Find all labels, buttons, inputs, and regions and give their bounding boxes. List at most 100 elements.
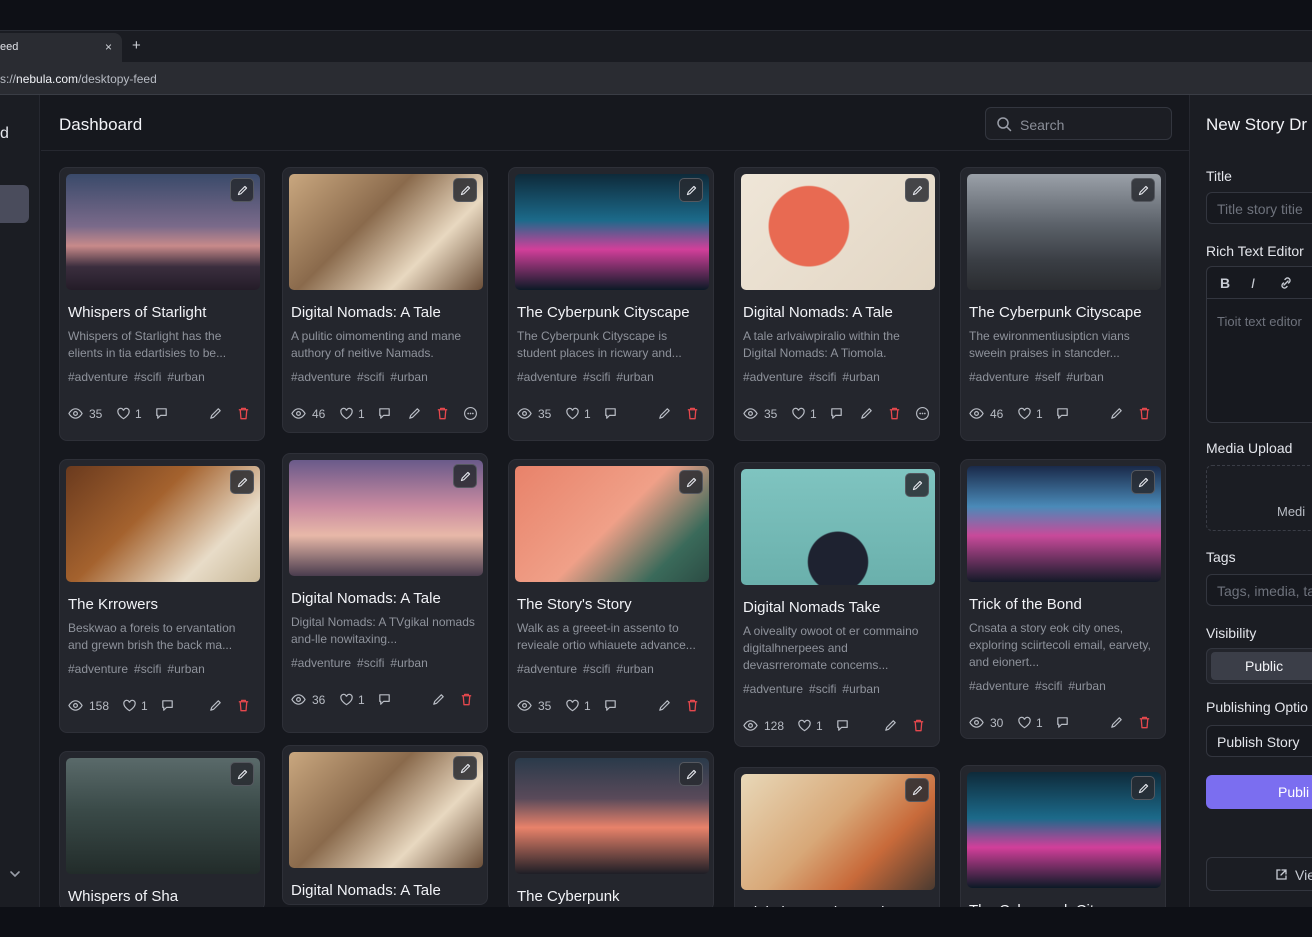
story-card[interactable]: Digital Nomads: A Tale A pulitic oimoment… (282, 167, 488, 433)
story-card[interactable]: Whispers of Starlight Whispers of Starlig… (59, 167, 265, 441)
edit-icon[interactable] (431, 692, 446, 710)
comment-icon[interactable] (154, 406, 169, 424)
comment-icon[interactable] (835, 718, 850, 736)
trash-icon[interactable] (887, 406, 902, 424)
story-tag[interactable]: #urban (1068, 679, 1105, 693)
story-title[interactable]: Whispers of Starlight (68, 304, 206, 321)
close-icon[interactable]: × (105, 40, 112, 54)
edit-image-button[interactable] (679, 178, 703, 202)
story-card[interactable]: Digital Nomads: A Tale (282, 745, 488, 905)
edit-icon[interactable] (859, 406, 874, 424)
chevron-down-icon[interactable] (8, 867, 22, 881)
story-tag[interactable]: #urban (1066, 370, 1103, 384)
story-tag[interactable]: #adventure (291, 656, 351, 670)
heart-icon[interactable] (339, 692, 354, 710)
comment-icon[interactable] (377, 406, 392, 424)
story-tag[interactable]: #scifi (357, 656, 384, 670)
story-tag[interactable]: #urban (616, 370, 653, 384)
story-card[interactable]: The Cyberpunk Cityscape (960, 765, 1166, 925)
story-title[interactable]: Digital Nomads Take (743, 599, 880, 616)
edit-image-button[interactable] (679, 762, 703, 786)
more-icon[interactable] (915, 406, 930, 424)
story-tag[interactable]: #urban (842, 370, 879, 384)
edit-image-button[interactable] (905, 778, 929, 802)
story-tag[interactable]: #adventure (969, 370, 1029, 384)
heart-icon[interactable] (339, 406, 354, 424)
story-card[interactable]: Whispers of Sha (59, 751, 265, 911)
more-icon[interactable] (463, 406, 478, 424)
address-bar[interactable]: s://nebula.com/desktopy-feed (0, 62, 1312, 95)
edit-image-button[interactable] (1131, 470, 1155, 494)
heart-icon[interactable] (797, 718, 812, 736)
view-button[interactable]: Vie (1206, 857, 1312, 891)
story-title[interactable]: Digital Nomads: A Tale (743, 304, 893, 321)
trash-icon[interactable] (435, 406, 450, 424)
trash-icon[interactable] (685, 698, 700, 716)
edit-icon[interactable] (657, 406, 672, 424)
rich-text-editor[interactable]: B I Tioit text editor (1206, 266, 1312, 423)
edit-image-button[interactable] (1131, 178, 1155, 202)
story-tag[interactable]: #scifi (809, 682, 836, 696)
bold-button[interactable]: B (1220, 275, 1230, 291)
story-tag[interactable]: #adventure (68, 662, 128, 676)
story-title[interactable]: The Cyberpunk Cityscape (969, 304, 1142, 321)
comment-icon[interactable] (1055, 406, 1070, 424)
edit-image-button[interactable] (905, 473, 929, 497)
story-tag[interactable]: #adventure (517, 370, 577, 384)
edit-image-button[interactable] (230, 470, 254, 494)
italic-button[interactable]: I (1251, 275, 1255, 291)
story-card[interactable]: Digital Nomads Take A oiveality owoot ot … (734, 462, 940, 747)
story-title[interactable]: The Cyberpunk Cityscape (517, 304, 690, 321)
comment-icon[interactable] (603, 698, 618, 716)
heart-icon[interactable] (565, 698, 580, 716)
trash-icon[interactable] (911, 718, 926, 736)
visibility-public-option[interactable]: Public (1211, 652, 1312, 680)
edit-icon[interactable] (208, 406, 223, 424)
story-tag[interactable]: #adventure (743, 370, 803, 384)
new-tab-icon[interactable]: + (132, 37, 141, 54)
trash-icon[interactable] (1137, 715, 1152, 733)
edit-image-button[interactable] (453, 756, 477, 780)
story-title[interactable]: Digital Nomads: A Tale (291, 590, 441, 607)
publish-button[interactable]: Publi (1206, 775, 1312, 809)
heart-icon[interactable] (1017, 406, 1032, 424)
story-card[interactable]: The Cyberpunk (508, 751, 714, 911)
story-card[interactable]: Digital Nomads: A Tale (734, 767, 940, 927)
publishing-select[interactable]: Publish Story (1206, 725, 1312, 757)
story-tag[interactable]: #urban (842, 682, 879, 696)
story-card[interactable]: Digital Nomads: A Tale Digital Nomads: A … (282, 453, 488, 733)
edit-icon[interactable] (208, 698, 223, 716)
story-title[interactable]: The Krrowers (68, 596, 158, 613)
story-title[interactable]: The Cyberpunk (517, 888, 620, 905)
story-title[interactable]: Digital Nomads: A Tale (291, 304, 441, 321)
story-tag[interactable]: #urban (167, 662, 204, 676)
story-tag[interactable]: #scifi (583, 662, 610, 676)
story-tag[interactable]: #scifi (357, 370, 384, 384)
trash-icon[interactable] (459, 692, 474, 710)
story-tag[interactable]: #scifi (583, 370, 610, 384)
trash-icon[interactable] (236, 406, 251, 424)
edit-image-button[interactable] (679, 470, 703, 494)
story-card[interactable]: The Cyberpunk Cityscape The Cyberpunk Cit… (508, 167, 714, 441)
edit-icon[interactable] (407, 406, 422, 424)
story-title[interactable]: Digital Nomads: A Tale (291, 882, 441, 899)
story-tag[interactable]: #urban (167, 370, 204, 384)
story-tag[interactable]: #urban (616, 662, 653, 676)
story-card[interactable]: The Krrowers Beskwao a foreis to ervantat… (59, 459, 265, 733)
edit-image-button[interactable] (453, 464, 477, 488)
story-tag[interactable]: #scifi (134, 370, 161, 384)
story-tag[interactable]: #adventure (969, 679, 1029, 693)
story-tag[interactable]: #urban (390, 656, 427, 670)
heart-icon[interactable] (791, 406, 806, 424)
comment-icon[interactable] (377, 692, 392, 710)
trash-icon[interactable] (685, 406, 700, 424)
visibility-toggle[interactable]: Public (1206, 648, 1312, 684)
comment-icon[interactable] (160, 698, 175, 716)
comment-icon[interactable] (1055, 715, 1070, 733)
story-tag[interactable]: #adventure (743, 682, 803, 696)
trash-icon[interactable] (1137, 406, 1152, 424)
edit-icon[interactable] (657, 698, 672, 716)
story-card[interactable]: Digital Nomads: A Tale A tale arlvaiwpira… (734, 167, 940, 441)
edit-image-button[interactable] (453, 178, 477, 202)
story-tag[interactable]: #urban (390, 370, 427, 384)
